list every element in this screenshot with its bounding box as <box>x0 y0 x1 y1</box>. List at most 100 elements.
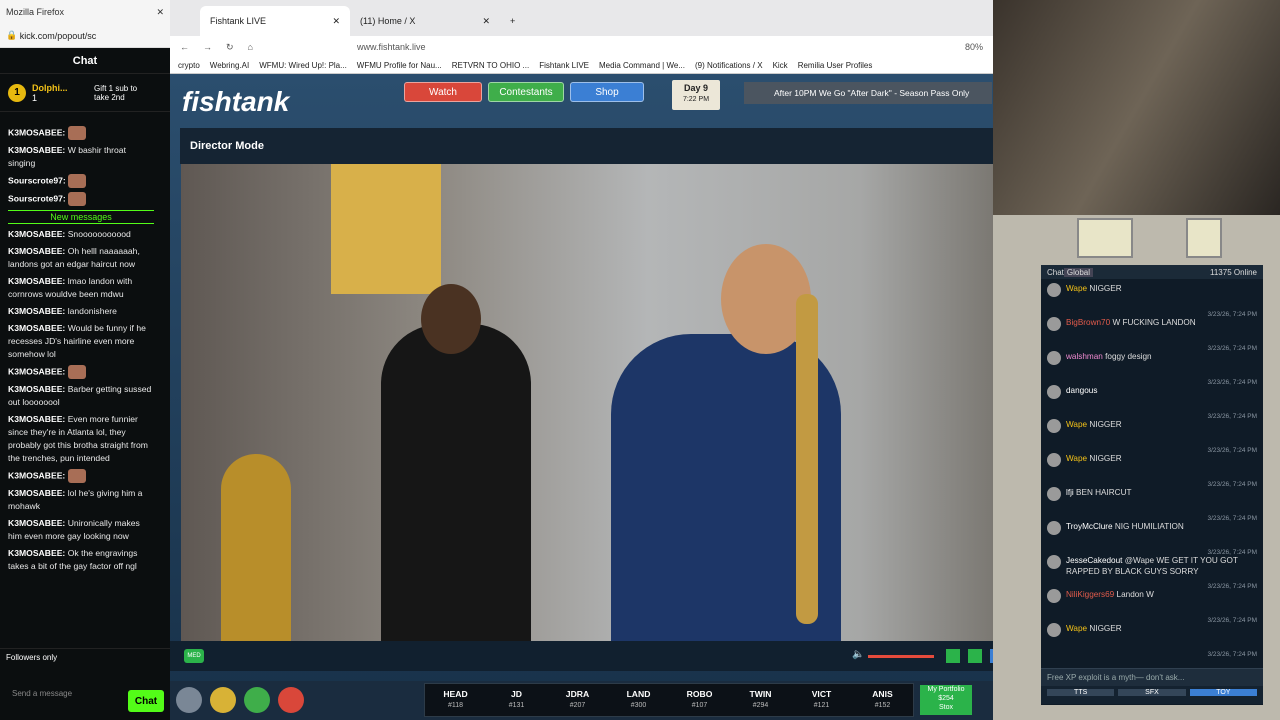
person-black-shirt <box>381 324 531 641</box>
no-icon[interactable] <box>278 687 304 713</box>
bookmark-item[interactable]: Webring.AI <box>210 61 249 70</box>
back-icon[interactable]: ← <box>180 42 189 52</box>
avatar[interactable] <box>1047 623 1061 637</box>
fishtank-logo[interactable]: fishtank <box>182 86 289 118</box>
chat2-user[interactable]: dangous <box>1066 386 1097 395</box>
chat2-user[interactable]: Wape <box>1066 284 1087 293</box>
chat2-user[interactable]: lfji <box>1066 488 1074 497</box>
portfolio-button[interactable]: My Portfolio $254 Stox <box>920 685 972 715</box>
avatar[interactable] <box>1047 487 1061 501</box>
camera-head[interactable]: HEAD #118 <box>425 688 486 712</box>
announcement-banner[interactable]: After 10PM We Go "After Dark" - Season P… <box>744 82 992 104</box>
message-user[interactable]: K3MOSABEE: <box>8 306 65 316</box>
pinned-gift[interactable]: 1 Dolphi... 1 Gift 1 sub to take 2nd <box>0 74 170 112</box>
chat2-user[interactable]: Wape <box>1066 454 1087 463</box>
bookmark-item[interactable]: crypto <box>178 61 200 70</box>
quality-badge[interactable]: MED <box>184 649 204 663</box>
toy-button[interactable]: TOY <box>1189 689 1257 696</box>
message-user[interactable]: K3MOSABEE: <box>8 323 65 333</box>
camera-land[interactable]: LAND #300 <box>608 688 669 712</box>
volume-slider[interactable] <box>868 655 934 658</box>
message-user[interactable]: Sourscrote97: <box>8 175 66 185</box>
forward-icon[interactable]: → <box>203 42 212 52</box>
close-tab-icon[interactable]: ✕ <box>332 16 340 27</box>
camera-vict[interactable]: VICT #121 <box>791 688 852 712</box>
bookmark-item[interactable]: Kick <box>773 61 788 70</box>
bookmark-item[interactable]: RETVRN TO OHIO ... <box>452 61 530 70</box>
chat-toggle-icon[interactable] <box>946 649 960 663</box>
camera-twin[interactable]: TWIN #294 <box>730 688 791 712</box>
avatar[interactable] <box>1047 589 1061 603</box>
bookmark-item[interactable]: WFMU: Wired Up!: Pla... <box>259 61 347 70</box>
settings-icon[interactable] <box>176 687 202 713</box>
camera-anis[interactable]: ANIS #152 <box>852 688 913 712</box>
chat2-user[interactable]: BigBrown70 <box>1066 318 1110 327</box>
items-icon[interactable] <box>244 687 270 713</box>
chat2-user[interactable]: Wape <box>1066 624 1087 633</box>
tab-fishtank[interactable]: Fishtank LIVE ✕ <box>200 6 350 36</box>
avatar[interactable] <box>1047 521 1061 535</box>
reload-icon[interactable]: ↻ <box>226 42 234 53</box>
camera-name: ROBO <box>686 689 713 699</box>
message-input[interactable]: Send a message <box>12 689 72 698</box>
close-icon[interactable]: ✕ <box>156 7 164 18</box>
message-user[interactable]: K3MOSABEE: <box>8 366 65 376</box>
chat2-user[interactable]: walshman <box>1066 352 1103 361</box>
tts-button[interactable]: TTS <box>1047 689 1115 696</box>
video-controls: MED 🔈 <box>170 641 1030 671</box>
message-user[interactable]: Sourscrote97: <box>8 193 66 203</box>
message-user[interactable]: K3MOSABEE: <box>8 384 65 394</box>
message-user[interactable]: K3MOSABEE: <box>8 518 65 528</box>
chat2-user[interactable]: TroyMcClure <box>1066 522 1113 531</box>
chat2-user[interactable]: NiliKiggers69 <box>1066 590 1114 599</box>
cast-icon[interactable] <box>968 649 982 663</box>
message-user[interactable]: K3MOSABEE: <box>8 548 65 558</box>
avatar[interactable] <box>1047 351 1061 365</box>
volume-icon[interactable]: 🔈 <box>852 649 864 660</box>
close-tab-icon[interactable]: ✕ <box>482 16 490 27</box>
bookmark-item[interactable]: WFMU Profile for Nau... <box>357 61 442 70</box>
send-chat-button[interactable]: Chat <box>128 690 164 712</box>
sfx-button[interactable]: SFX <box>1118 689 1186 696</box>
camera-jd[interactable]: JD #131 <box>486 688 547 712</box>
message-user[interactable]: K3MOSABEE: <box>8 229 65 239</box>
address-bar[interactable]: www.fishtank.live <box>357 42 426 52</box>
avatar[interactable] <box>1047 419 1061 433</box>
message-user[interactable]: K3MOSABEE: <box>8 276 65 286</box>
message-user[interactable]: K3MOSABEE: <box>8 246 65 256</box>
message-user[interactable]: K3MOSABEE: <box>8 414 65 424</box>
zoom-level[interactable]: 80% <box>965 42 983 52</box>
message-user[interactable]: K3MOSABEE: <box>8 470 65 480</box>
gift-sub-label[interactable]: Gift 1 sub to take 2nd <box>94 84 148 102</box>
coins-icon[interactable] <box>210 687 236 713</box>
avatar[interactable] <box>1047 555 1061 569</box>
camera-jdra[interactable]: JDRA #207 <box>547 688 608 712</box>
shop-button[interactable]: Shop <box>570 82 644 102</box>
chat2-input[interactable]: Free XP exploit is a myth— don't ask... <box>1041 669 1263 686</box>
avatar[interactable] <box>1047 385 1061 399</box>
message-user[interactable]: K3MOSABEE: <box>8 127 65 137</box>
avatar[interactable] <box>1047 317 1061 331</box>
bookmark-item[interactable]: Fishtank LIVE <box>539 61 589 70</box>
bookmark-item[interactable]: Media Command | We... <box>599 61 685 70</box>
live-video[interactable] <box>181 164 1030 641</box>
new-tab-icon[interactable]: + <box>500 6 530 36</box>
camera-name: JD <box>511 689 522 699</box>
url-bar[interactable]: 🔒 kick.com/popout/sc <box>0 24 170 48</box>
chat2-user[interactable]: Wape <box>1066 420 1087 429</box>
message-user[interactable]: K3MOSABEE: <box>8 488 65 498</box>
chat2-text: Landon W <box>1116 590 1154 599</box>
chat2-user[interactable]: JesseCakedout <box>1066 556 1122 565</box>
home-icon[interactable]: ⌂ <box>248 42 253 52</box>
avatar[interactable] <box>1047 283 1061 297</box>
contestants-button[interactable]: Contestants <box>488 82 564 102</box>
avatar[interactable] <box>1047 453 1061 467</box>
bookmark-item[interactable]: (9) Notifications / X <box>695 61 763 70</box>
global-tab[interactable]: Global <box>1063 267 1094 277</box>
watch-button[interactable]: Watch <box>404 82 482 102</box>
message-user[interactable]: K3MOSABEE: <box>8 145 65 155</box>
camera-robo[interactable]: ROBO #107 <box>669 688 730 712</box>
bookmark-item[interactable]: Remilia User Profiles <box>798 61 873 70</box>
tab-x[interactable]: (11) Home / X ✕ <box>350 6 500 36</box>
chat2-tab[interactable]: Chat <box>1047 268 1064 277</box>
